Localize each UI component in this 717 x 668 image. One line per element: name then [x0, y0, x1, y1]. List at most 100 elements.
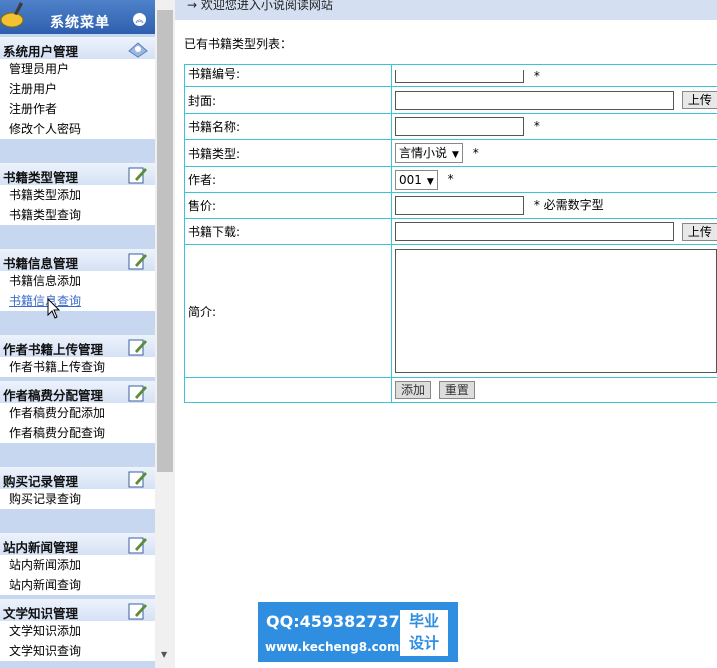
menu-item-book-type-query[interactable]: 书籍类型查询 — [0, 205, 155, 225]
badge-line-2: 设计 — [408, 634, 439, 652]
menu-item-admin-users[interactable]: 管理员用户 — [0, 59, 155, 79]
download-input[interactable] — [395, 222, 674, 241]
required-mark: * — [533, 68, 540, 83]
book-type-select[interactable]: 言情小说 ▼ — [395, 143, 463, 163]
form-row-name: 书籍名称: * — [184, 113, 717, 140]
price-hint: 必需数字型 — [543, 198, 604, 212]
group-title: 购买记录管理 — [3, 474, 79, 489]
menu-item-book-info-add[interactable]: 书籍信息添加 — [0, 271, 155, 291]
menu-scrollbar[interactable]: ▼ — [155, 0, 175, 668]
menu-group-system-users: 系统用户管理 管理员用户 注册用户 注册作者 修改个人密码 — [0, 37, 155, 139]
book-no-input[interactable] — [395, 69, 524, 83]
menu-group-author-upload: 作者书籍上传管理 作者书籍上传查询 — [0, 335, 155, 377]
edit-icon — [128, 603, 147, 620]
watermark-badge: 毕业 设计 — [400, 610, 448, 656]
dropdown-arrow-icon: ▼ — [426, 176, 434, 187]
watermark-site: www.kecheng8.com — [265, 640, 400, 654]
group-title: 作者书籍上传管理 — [3, 342, 104, 357]
menu-group-literature: 文学知识管理 文学知识添加 文学知识查询 — [0, 599, 155, 661]
group-header[interactable]: 书籍信息管理 — [0, 249, 155, 271]
form-row-download: 书籍下载: 上传 — [184, 218, 717, 245]
menu-item-author-upload-query[interactable]: 作者书籍上传查询 — [0, 357, 155, 377]
author-value: 001 — [399, 172, 422, 187]
welcome-text: → 欢迎您进入小说阅读网站 — [187, 0, 333, 12]
menu-item-purchase-query[interactable]: 购买记录查询 — [0, 489, 155, 509]
group-title: 书籍类型管理 — [3, 170, 79, 185]
menu-item-literature-add[interactable]: 文学知识添加 — [0, 621, 155, 641]
download-label: 书籍下载: — [184, 218, 392, 245]
users-icon — [128, 42, 148, 58]
required-mark: * — [472, 145, 479, 160]
book-form: 书籍编号: * 封面: 上传 书籍名称: * 书籍类型: 言情小说 ▼ * 作者… — [184, 64, 717, 403]
main-content: → 欢迎您进入小说阅读网站 已有书籍类型列表： 书籍编号: * 封面: 上传 书… — [175, 0, 717, 668]
form-row-price: 售价: * 必需数字型 — [184, 192, 717, 219]
form-row-author: 作者: 001 ▼ * — [184, 166, 717, 193]
group-title: 站内新闻管理 — [3, 540, 79, 555]
price-input[interactable] — [395, 196, 524, 215]
group-header[interactable]: 作者稿费分配管理 — [0, 381, 155, 403]
menu-item-book-info-query[interactable]: 书籍信息查询 — [0, 291, 155, 311]
group-title: 文学知识管理 — [3, 606, 79, 621]
group-title: 作者稿费分配管理 — [3, 388, 104, 403]
cover-upload-button[interactable]: 上传 — [681, 91, 717, 109]
menu-header: 系统菜单 ︽ — [0, 0, 155, 34]
form-row-type: 书籍类型: 言情小说 ▼ * — [184, 139, 717, 167]
group-header[interactable]: 购买记录管理 — [0, 467, 155, 489]
side-menu: 系统菜单 ︽ 系统用户管理 管理员用户 注册用户 注册作者 修改个人密码 书籍类… — [0, 0, 155, 668]
edit-icon — [128, 167, 147, 184]
download-upload-button[interactable]: 上传 — [681, 222, 717, 241]
menu-collapse-icon[interactable]: ︽ — [133, 13, 146, 26]
add-button[interactable]: 添加 — [395, 381, 432, 399]
menu-item-change-password[interactable]: 修改个人密码 — [0, 119, 155, 139]
menu-group-purchase: 购买记录管理 购买记录查询 — [0, 467, 155, 509]
reset-button[interactable]: 重置 — [438, 381, 475, 399]
group-header[interactable]: 系统用户管理 — [0, 37, 155, 59]
intro-textarea[interactable] — [395, 249, 717, 373]
group-header[interactable]: 文学知识管理 — [0, 599, 155, 621]
menu-item-literature-query[interactable]: 文学知识查询 — [0, 641, 155, 661]
menu-group-news: 站内新闻管理 站内新闻添加 站内新闻查询 — [0, 533, 155, 595]
menu-group-royalty: 作者稿费分配管理 作者稿费分配添加 作者稿费分配查询 — [0, 381, 155, 443]
watermark-banner: QQ:459382737 www.kecheng8.com 毕业 设计 — [258, 602, 458, 662]
price-label: 售价: — [184, 192, 392, 219]
group-header[interactable]: 作者书籍上传管理 — [0, 335, 155, 357]
group-title: 书籍信息管理 — [3, 256, 79, 271]
group-header[interactable]: 站内新闻管理 — [0, 533, 155, 555]
scroll-thumb[interactable] — [157, 10, 173, 472]
cover-input[interactable] — [395, 90, 674, 110]
menu-group-book-types: 书籍类型管理 书籍类型添加 书籍类型查询 — [0, 163, 155, 225]
group-title: 系统用户管理 — [3, 44, 79, 59]
menu-title: 系统菜单 — [50, 15, 110, 31]
menu-item-news-add[interactable]: 站内新闻添加 — [0, 555, 155, 575]
menu-item-registered-users[interactable]: 注册用户 — [0, 79, 155, 99]
book-name-input[interactable] — [395, 117, 524, 136]
form-row-book-no: 书籍编号: * — [184, 64, 717, 87]
menu-item-registered-authors[interactable]: 注册作者 — [0, 99, 155, 119]
book-no-label: 书籍编号: — [184, 64, 392, 87]
required-mark: * — [533, 198, 540, 212]
mouse-cursor-icon — [47, 298, 61, 319]
edit-icon — [128, 253, 147, 270]
edit-icon — [128, 537, 147, 554]
required-mark: * — [533, 119, 540, 133]
scroll-down-icon[interactable]: ▼ — [161, 650, 167, 659]
menu-logo-icon — [0, 2, 24, 28]
form-row-cover: 封面: 上传 — [184, 86, 717, 114]
edit-icon — [128, 339, 147, 356]
group-header[interactable]: 书籍类型管理 — [0, 163, 155, 185]
menu-item-royalty-query[interactable]: 作者稿费分配查询 — [0, 423, 155, 443]
author-label: 作者: — [184, 166, 392, 193]
author-select[interactable]: 001 ▼ — [395, 169, 438, 190]
list-title: 已有书籍类型列表： — [184, 37, 293, 51]
type-label: 书籍类型: — [184, 139, 392, 167]
edit-icon — [128, 385, 147, 402]
name-label: 书籍名称: — [184, 113, 392, 140]
menu-item-book-type-add[interactable]: 书籍类型添加 — [0, 185, 155, 205]
menu-item-news-query[interactable]: 站内新闻查询 — [0, 575, 155, 595]
form-row-actions: 添加 重置 — [184, 377, 717, 403]
badge-line-1: 毕业 — [408, 612, 439, 630]
required-mark: * — [447, 172, 454, 186]
intro-label: 简介: — [184, 244, 392, 378]
menu-item-royalty-add[interactable]: 作者稿费分配添加 — [0, 403, 155, 423]
welcome-bar: → 欢迎您进入小说阅读网站 — [175, 0, 717, 20]
